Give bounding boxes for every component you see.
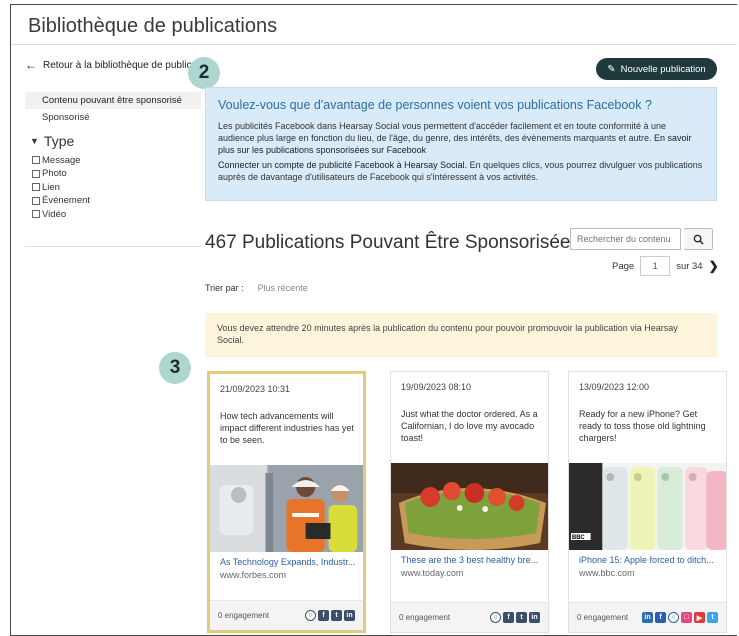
link-domain: www.bbc.com <box>579 568 635 578</box>
filter-sponsored[interactable]: Sponsorisé <box>25 109 201 126</box>
type-event[interactable]: Événement <box>32 195 90 207</box>
caret-down-icon: ▼ <box>30 136 39 146</box>
info-body: Les publicités Facebook dans Hearsay Soc… <box>218 121 666 143</box>
back-to-library-link[interactable]: ← Retour à la bibliothèque de public <box>25 58 191 72</box>
type-filter-list: Message Photo Lien Événement Vidéo <box>32 154 90 222</box>
page-number-input[interactable] <box>640 256 671 276</box>
type-label: Vidéo <box>42 208 67 220</box>
engagement-count: 0 engagement <box>399 613 451 622</box>
twitter-icon[interactable]: t <box>331 610 342 621</box>
twitter-icon[interactable]: t <box>516 612 527 623</box>
page-total: sur 34 <box>676 260 703 272</box>
search-bar <box>570 228 713 250</box>
checkbox[interactable] <box>32 210 40 218</box>
new-publication-button[interactable]: ✎ Nouvelle publication <box>596 58 717 80</box>
search-input[interactable] <box>570 228 681 250</box>
type-label: Lien <box>42 181 60 193</box>
post-image-tech-workers <box>210 465 363 552</box>
type-filter-toggle[interactable]: ▼ Type <box>30 133 74 149</box>
type-photo[interactable]: Photo <box>32 168 90 180</box>
youtube-icon[interactable]: ▶ <box>694 612 705 623</box>
type-heading-label: Type <box>43 133 75 149</box>
card-footer: 0 engagement ○ f t in <box>210 600 363 630</box>
search-button[interactable] <box>684 228 713 250</box>
linkedin-icon[interactable]: in <box>529 612 540 623</box>
checkbox[interactable] <box>32 169 40 178</box>
filter-sponsorable[interactable]: Contenu pouvant être sponsorisé <box>25 92 201 109</box>
arrow-left-icon: ← <box>25 58 37 72</box>
page-title: Bibliothèque de publications <box>28 15 278 37</box>
step-badge-2: 2 <box>188 57 220 89</box>
post-text: Ready for a new iPhone? Get ready to tos… <box>579 409 706 443</box>
post-card[interactable]: 21/09/2023 10:31 How tech advancements w… <box>207 371 366 633</box>
checkbox[interactable] <box>32 196 40 205</box>
back-link-label: Retour à la bibliothèque de public <box>43 59 192 71</box>
title-bar: Bibliothèque de publications <box>11 5 737 45</box>
engagement-count: 0 engagement <box>218 611 270 620</box>
facebook-icon[interactable]: f <box>318 610 329 621</box>
linkedin-icon[interactable]: in <box>642 612 653 623</box>
link-title[interactable]: iPhone 15: Apple forced to ditch... <box>579 555 718 565</box>
type-message[interactable]: Message <box>32 154 90 166</box>
network-icons: in f ○ □ ▶ t <box>642 612 718 623</box>
new-publication-label: Nouvelle publication <box>620 63 706 75</box>
post-image-avocado-toast <box>391 463 548 550</box>
post-date: 13/09/2023 12:00 <box>579 382 650 392</box>
card-footer: 0 engagement ○ f t in <box>391 602 548 632</box>
sidebar-divider <box>25 246 201 247</box>
publications-count-heading: 467 Publications Pouvant Être Sponsorisé… <box>205 232 580 253</box>
globe-icon[interactable]: ○ <box>305 610 316 621</box>
linkedin-icon[interactable]: in <box>344 610 355 621</box>
chevron-right-icon[interactable]: ❯ <box>709 259 719 273</box>
sort-label: Trier par : <box>205 283 244 293</box>
instagram-icon[interactable]: □ <box>681 612 692 623</box>
post-date: 19/09/2023 08:10 <box>401 382 472 392</box>
sort-select[interactable]: Plus récente <box>258 283 308 293</box>
twitter-icon[interactable]: t <box>707 612 718 623</box>
type-link[interactable]: Lien <box>32 181 90 193</box>
type-label: Message <box>42 154 81 166</box>
network-icons: ○ f t in <box>490 612 540 623</box>
post-text: Just what the doctor ordered. As a Calif… <box>401 409 538 443</box>
post-image-iphones: BBC <box>569 463 726 550</box>
sort-control: Trier par : Plus récente <box>205 283 308 293</box>
post-date: 21/09/2023 10:31 <box>220 384 291 394</box>
link-title[interactable]: These are the 3 best healthy bre... <box>401 555 540 565</box>
svg-text:BBC: BBC <box>572 535 585 541</box>
post-card[interactable]: 19/09/2023 08:10 Just what the doctor or… <box>390 371 549 633</box>
info-text: Les publicités Facebook dans Hearsay Soc… <box>218 120 704 156</box>
connect-account-link[interactable]: Connecter un compte de publicité Faceboo… <box>218 160 467 170</box>
sidebar-filters: Contenu pouvant être sponsorisé Sponsori… <box>25 92 201 126</box>
facebook-icon[interactable]: f <box>503 612 514 623</box>
connect-text: Connecter un compte de publicité Faceboo… <box>218 159 704 183</box>
engagement-count: 0 engagement <box>577 613 629 622</box>
checkbox[interactable] <box>32 183 40 191</box>
step-badge-3: 3 <box>159 352 191 384</box>
type-video[interactable]: Vidéo <box>32 208 90 220</box>
facebook-ads-info: Voulez-vous que d'avantage de personnes … <box>205 87 717 201</box>
link-domain: www.today.com <box>401 568 464 578</box>
wait-warning: Vous devez attendre 20 minutes après la … <box>205 313 717 357</box>
type-label: Événement <box>42 195 91 206</box>
info-title: Voulez-vous que d'avantage de personnes … <box>218 98 652 112</box>
globe-icon[interactable]: ○ <box>490 612 501 623</box>
type-label: Photo <box>42 168 67 179</box>
link-title[interactable]: As Technology Expands, Industr... <box>220 557 359 567</box>
network-icons: ○ f t in <box>305 610 355 621</box>
post-text: How tech advancements will impact differ… <box>220 411 354 445</box>
checkbox[interactable] <box>32 156 40 164</box>
facebook-icon[interactable]: f <box>655 612 666 623</box>
globe-icon[interactable]: ○ <box>668 612 679 623</box>
link-domain: www.forbes.com <box>220 570 287 580</box>
page-label: Page <box>612 260 635 272</box>
post-card[interactable]: 13/09/2023 12:00 Ready for a new iPhone?… <box>568 371 727 633</box>
card-footer: 0 engagement in f ○ □ ▶ t <box>569 602 726 632</box>
search-icon <box>693 234 704 245</box>
pencil-icon: ✎ <box>607 63 616 75</box>
pagination: Page sur 34 ❯ <box>612 256 719 276</box>
